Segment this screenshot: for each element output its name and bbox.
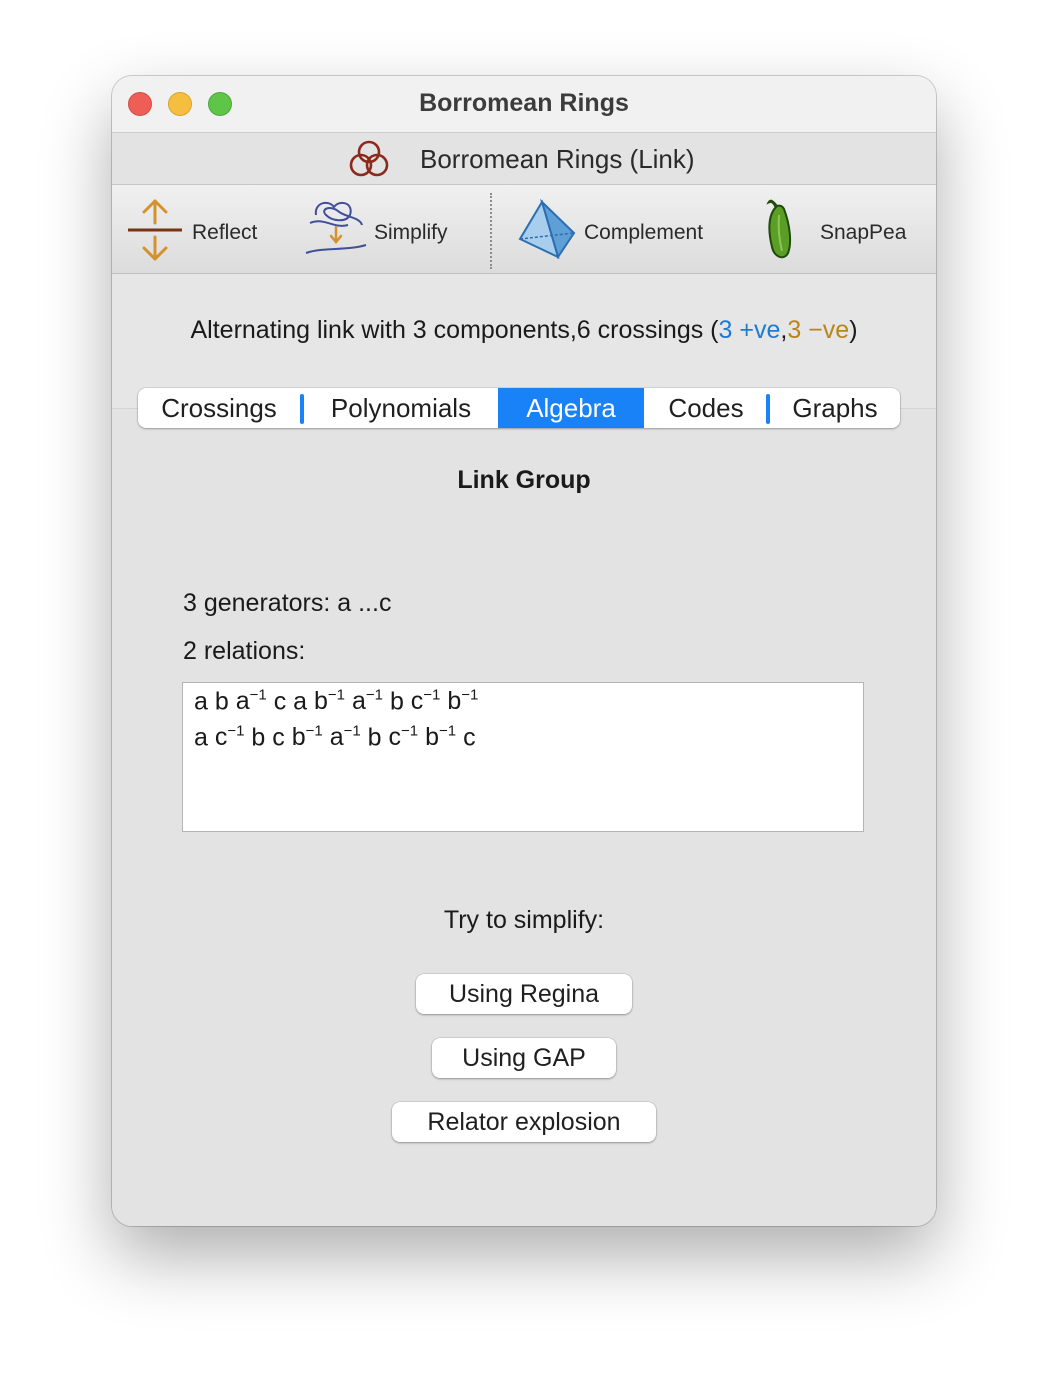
relation-row: a c−1 b c b−1 a−1 b c−1 b−1 c [194,723,476,752]
relation-term: b [367,723,382,752]
relation-term: b−1 [425,723,457,752]
relation-exponent: −1 [461,687,479,704]
relation-term: b [251,723,266,752]
relation-term: c−1 [214,723,245,752]
relation-term: b [389,687,404,716]
packet-title: Borromean Rings (Link) [420,144,695,174]
simplify-button[interactable]: Simplify [304,185,464,273]
tab-graphs[interactable]: Graphs [770,388,900,428]
relation-exponent: −1 [423,687,441,704]
complement-button[interactable]: Complement [516,185,716,273]
borromean-knot-icon [349,140,389,177]
relation-term: b−1 [447,687,479,716]
simplify-prompt: Try to simplify: [443,906,605,934]
relation-term: a [194,687,208,716]
app-window: Borromean Rings Borromean Rings (Link) R… [112,76,936,1226]
relation-term: a [293,687,308,716]
summary-suffix: ) [849,316,858,344]
reflect-button[interactable]: Reflect [122,185,272,273]
reflect-icon [128,199,182,261]
tab-bar: Crossings Polynomials Algebra Codes Grap… [138,388,900,428]
relation-term: c−1 [410,687,441,716]
tab-polynomials[interactable]: Polynomials [304,388,498,428]
reflect-label: Reflect [192,221,258,244]
relation-term: b−1 [314,687,346,716]
pea-pod-icon [766,199,792,259]
window-title: Borromean Rings [419,89,629,117]
tab-crossings[interactable]: Crossings [138,388,300,428]
relation-term: c [463,723,476,752]
toolbar-separator [490,193,492,269]
relation-term: c [272,723,285,752]
relation-exponent: −1 [401,723,419,740]
toolbar: Reflect Simplify Complement SnapPea [112,185,936,274]
relations-list[interactable]: a b a−1 c a b−1 a−1 b c−1 b−1 a c−1 b c … [182,682,864,832]
relation-term: c [273,687,287,716]
relation-term: a−1 [235,687,267,716]
relation-exponent: −1 [439,723,457,740]
link-summary: Alternating link with 3 components,6 cro… [112,316,936,345]
relation-exponent: −1 [327,687,346,704]
relation-exponent: −1 [227,723,245,740]
relation-row: a b a−1 c a b−1 a−1 b c−1 b−1 [194,687,478,716]
snappea-button[interactable]: SnapPea [756,185,916,273]
relations-label: 2 relations: [183,637,306,665]
simplify-label: Simplify [374,221,448,244]
relation-term: a [194,723,208,752]
negative-crossings: 3 −ve [787,316,850,344]
relation-term: b [214,687,229,716]
simplify-icon [305,201,367,254]
relation-term: a−1 [351,687,383,716]
complement-label: Complement [584,221,704,244]
using-gap-button[interactable]: Using GAP [432,1038,616,1078]
relation-exponent: −1 [249,687,267,704]
link-group-heading: Link Group [457,466,591,494]
relator-explosion-button[interactable]: Relator explosion [392,1102,656,1142]
summary-text: Alternating link with 3 components,6 cro… [190,316,719,344]
title-bar[interactable]: Borromean Rings [112,76,936,133]
packet-header: Borromean Rings (Link) [112,133,936,185]
tetrahedron-icon [518,199,576,260]
using-regina-button[interactable]: Using Regina [416,974,632,1014]
snappea-label: SnapPea [820,221,907,244]
tab-codes[interactable]: Codes [644,388,768,428]
relation-exponent: −1 [305,723,323,740]
positive-crossings: 3 +ve [718,316,781,344]
tab-algebra[interactable]: Algebra [498,388,644,428]
generators-text: 3 generators: a ...c [183,589,392,617]
relation-exponent: −1 [365,687,383,704]
relation-term: b−1 [291,723,323,752]
relation-term: a−1 [329,723,361,752]
relation-exponent: −1 [343,723,361,740]
relation-term: c−1 [388,723,419,752]
